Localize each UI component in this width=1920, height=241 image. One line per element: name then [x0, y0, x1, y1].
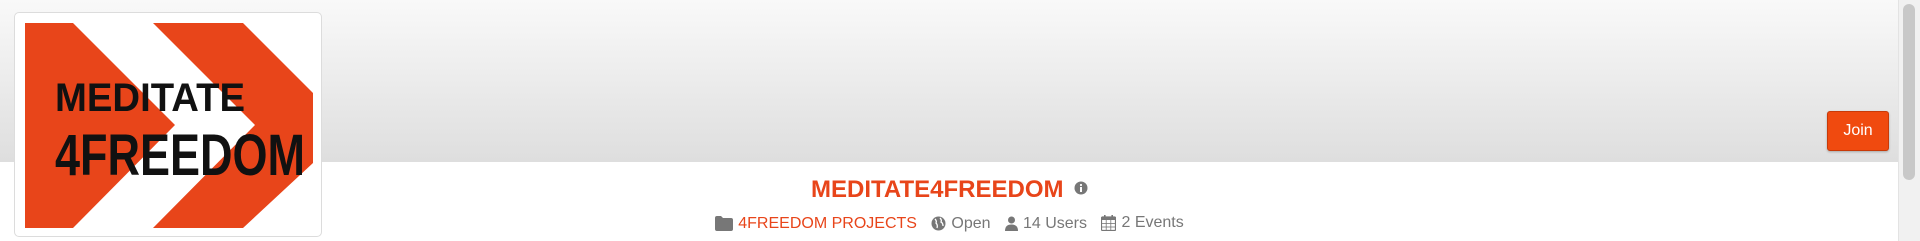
group-title: MEDITATE4FREEDOM [811, 176, 1064, 203]
events-count: 2 Events [1121, 214, 1184, 231]
meta-users: 14 Users [1004, 214, 1088, 233]
privacy-label: Open [951, 214, 991, 232]
users-count: 14 Users [1022, 214, 1088, 232]
meta-privacy: Open [931, 214, 991, 233]
meta-events: 2 Events [1101, 214, 1184, 232]
meta-category[interactable]: 4FREEDOM PROJECTS [715, 215, 917, 233]
scrollbar[interactable] [1898, 0, 1920, 241]
calendar-icon [1101, 215, 1117, 231]
globe-icon [931, 216, 946, 231]
category-link[interactable]: 4FREEDOM PROJECTS [738, 215, 917, 233]
group-header: MEDITATE4FREEDOM [0, 176, 1899, 204]
user-icon [1004, 216, 1018, 231]
join-button[interactable]: Join [1827, 111, 1889, 151]
scrollbar-thumb[interactable] [1903, 4, 1915, 180]
group-meta: 4FREEDOM PROJECTS Open 14 Users 2 Events [0, 214, 1899, 236]
logo-text-line1: MEDITATE [55, 76, 245, 120]
info-icon[interactable] [1074, 181, 1088, 200]
folder-icon [715, 216, 734, 231]
